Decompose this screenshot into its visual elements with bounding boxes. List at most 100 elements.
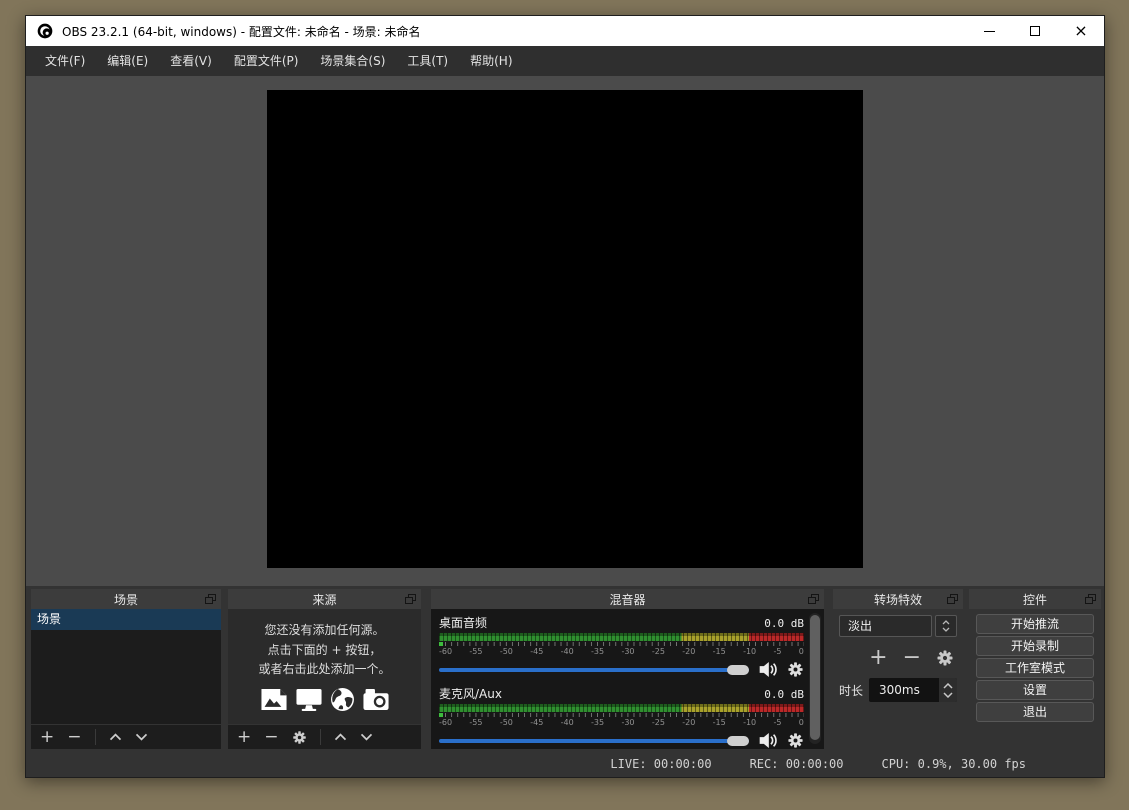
minimize-button[interactable]: [966, 16, 1012, 46]
meter-tick-label: -40: [561, 718, 574, 727]
meter-tick-label: -15: [713, 647, 726, 656]
source-move-up-button[interactable]: [334, 733, 347, 741]
mixer-channel-desktop-audio: 桌面音频 0.0 dB -60-55-50-45-40-35-30-25-20-…: [439, 614, 804, 678]
transition-select[interactable]: 淡出: [839, 615, 932, 637]
controls-panel-title: 控件: [1023, 591, 1047, 608]
meter-tick-label: -55: [469, 718, 482, 727]
transitions-panel-title: 转场特效: [874, 591, 922, 608]
sources-empty-line2: 点击下面的 + 按钮，: [268, 641, 382, 661]
start-recording-button[interactable]: 开始录制: [976, 636, 1094, 656]
scene-list-item[interactable]: 场景: [31, 609, 221, 630]
menu-scene-collection[interactable]: 场景集合(S): [309, 46, 396, 76]
image-source-icon: [260, 688, 288, 711]
maximize-icon: [1030, 26, 1040, 36]
add-source-button[interactable]: +: [237, 729, 251, 746]
channel-settings-button[interactable]: [787, 661, 804, 678]
chevron-down-icon: [135, 733, 148, 741]
transitions-body: 淡出 + − 时长 300ms: [833, 609, 963, 749]
desktop-background: OBS 23.2.1 (64-bit, windows) - 配置文件: 未命名…: [0, 0, 1129, 810]
slider-handle[interactable]: [727, 665, 749, 675]
scrollbar-thumb[interactable]: [810, 615, 820, 740]
speaker-icon: [758, 732, 778, 749]
meter-tick-label: -25: [652, 647, 665, 656]
maximize-button[interactable]: [1012, 16, 1058, 46]
menu-tools[interactable]: 工具(T): [396, 46, 459, 76]
meter-tick-label: -30: [621, 647, 634, 656]
meter-tick-label: -50: [500, 718, 513, 727]
duration-spinbox[interactable]: 300ms: [869, 678, 957, 702]
start-streaming-button[interactable]: 开始推流: [976, 614, 1094, 634]
transition-properties-button[interactable]: [936, 649, 954, 667]
sources-panel-header[interactable]: 来源: [228, 589, 421, 609]
globe-source-icon: [330, 687, 355, 712]
chevron-down-icon: [360, 733, 373, 741]
float-panel-icon[interactable]: [405, 594, 416, 604]
gear-icon: [787, 661, 804, 678]
title-bar[interactable]: OBS 23.2.1 (64-bit, windows) - 配置文件: 未命名…: [26, 16, 1104, 46]
toolbar-divider: [320, 729, 321, 745]
toolbar-divider: [95, 729, 96, 745]
minimize-icon: [984, 31, 995, 32]
controls-body: 开始推流 开始录制 工作室模式 设置 退出: [969, 609, 1101, 749]
source-properties-button[interactable]: [292, 730, 307, 745]
scene-move-down-button[interactable]: [135, 733, 148, 741]
sources-toolbar: + −: [228, 724, 421, 749]
scenes-toolbar: + −: [31, 724, 221, 749]
exit-button[interactable]: 退出: [976, 702, 1094, 722]
meter-tick-labels: -60-55-50-45-40-35-30-25-20-15-10-50: [439, 647, 804, 656]
menu-bar: 文件(F) 编辑(E) 查看(V) 配置文件(P) 场景集合(S) 工具(T) …: [26, 46, 1104, 76]
menu-profile[interactable]: 配置文件(P): [223, 46, 310, 76]
scenes-panel-header[interactable]: 场景: [31, 589, 221, 609]
meter-tick-label: -40: [561, 647, 574, 656]
mixer-panel: 混音器 桌面音频 0.0 dB -60-55-50-45-40-35-30-25…: [431, 589, 824, 749]
menu-view[interactable]: 查看(V): [159, 46, 223, 76]
meter-tick-label: -60: [439, 647, 452, 656]
transitions-panel-header[interactable]: 转场特效: [833, 589, 963, 609]
duration-spin-buttons[interactable]: [939, 678, 957, 702]
remove-scene-button[interactable]: −: [67, 729, 81, 746]
controls-panel-header[interactable]: 控件: [969, 589, 1101, 609]
display-source-icon: [295, 688, 323, 711]
source-move-down-button[interactable]: [360, 733, 373, 741]
scene-move-up-button[interactable]: [109, 733, 122, 741]
float-panel-icon[interactable]: [808, 594, 819, 604]
sources-panel-title: 来源: [312, 591, 336, 608]
studio-mode-button[interactable]: 工作室模式: [976, 658, 1094, 678]
volume-slider[interactable]: [439, 736, 749, 746]
channel-settings-button[interactable]: [787, 732, 804, 749]
float-panel-icon[interactable]: [947, 594, 958, 604]
meter-tick-label: -55: [469, 647, 482, 656]
chevron-up-icon: [943, 683, 953, 689]
status-bar: LIVE: 00:00:00 REC: 00:00:00 CPU: 0.9%, …: [26, 757, 1104, 771]
transition-select-spinner[interactable]: [935, 615, 957, 637]
remove-transition-button[interactable]: −: [903, 647, 921, 669]
float-panel-icon[interactable]: [205, 594, 216, 604]
menu-edit[interactable]: 编辑(E): [96, 46, 159, 76]
float-panel-icon[interactable]: [1085, 594, 1096, 604]
mute-button[interactable]: [758, 732, 778, 749]
scene-list: 场景: [31, 609, 221, 724]
volume-slider[interactable]: [439, 665, 749, 675]
source-type-icons: [260, 687, 390, 712]
slider-handle[interactable]: [727, 736, 749, 746]
close-button[interactable]: ×: [1058, 16, 1104, 46]
settings-button[interactable]: 设置: [976, 680, 1094, 700]
mixer-panel-header[interactable]: 混音器: [431, 589, 824, 609]
add-transition-button[interactable]: +: [869, 647, 887, 669]
meter-tick-label: -5: [773, 718, 781, 727]
channel-level-db: 0.0 dB: [764, 688, 804, 701]
preview-canvas[interactable]: [267, 90, 863, 568]
meter-tick-label: -45: [530, 718, 543, 727]
remove-source-button[interactable]: −: [264, 729, 278, 746]
menu-help[interactable]: 帮助(H): [459, 46, 523, 76]
mixer-scrollbar[interactable]: [809, 613, 821, 744]
meter-tick-label: -35: [591, 718, 604, 727]
duration-value[interactable]: 300ms: [869, 678, 939, 702]
sources-empty-area[interactable]: 您还没有添加任何源。 点击下面的 + 按钮， 或者右击此处添加一个。: [228, 609, 421, 724]
mute-button[interactable]: [758, 661, 778, 678]
add-scene-button[interactable]: +: [40, 729, 54, 746]
menu-file[interactable]: 文件(F): [34, 46, 96, 76]
obs-window: OBS 23.2.1 (64-bit, windows) - 配置文件: 未命名…: [25, 15, 1105, 778]
slider-track: [439, 668, 749, 672]
meter-tick-label: -30: [621, 718, 634, 727]
